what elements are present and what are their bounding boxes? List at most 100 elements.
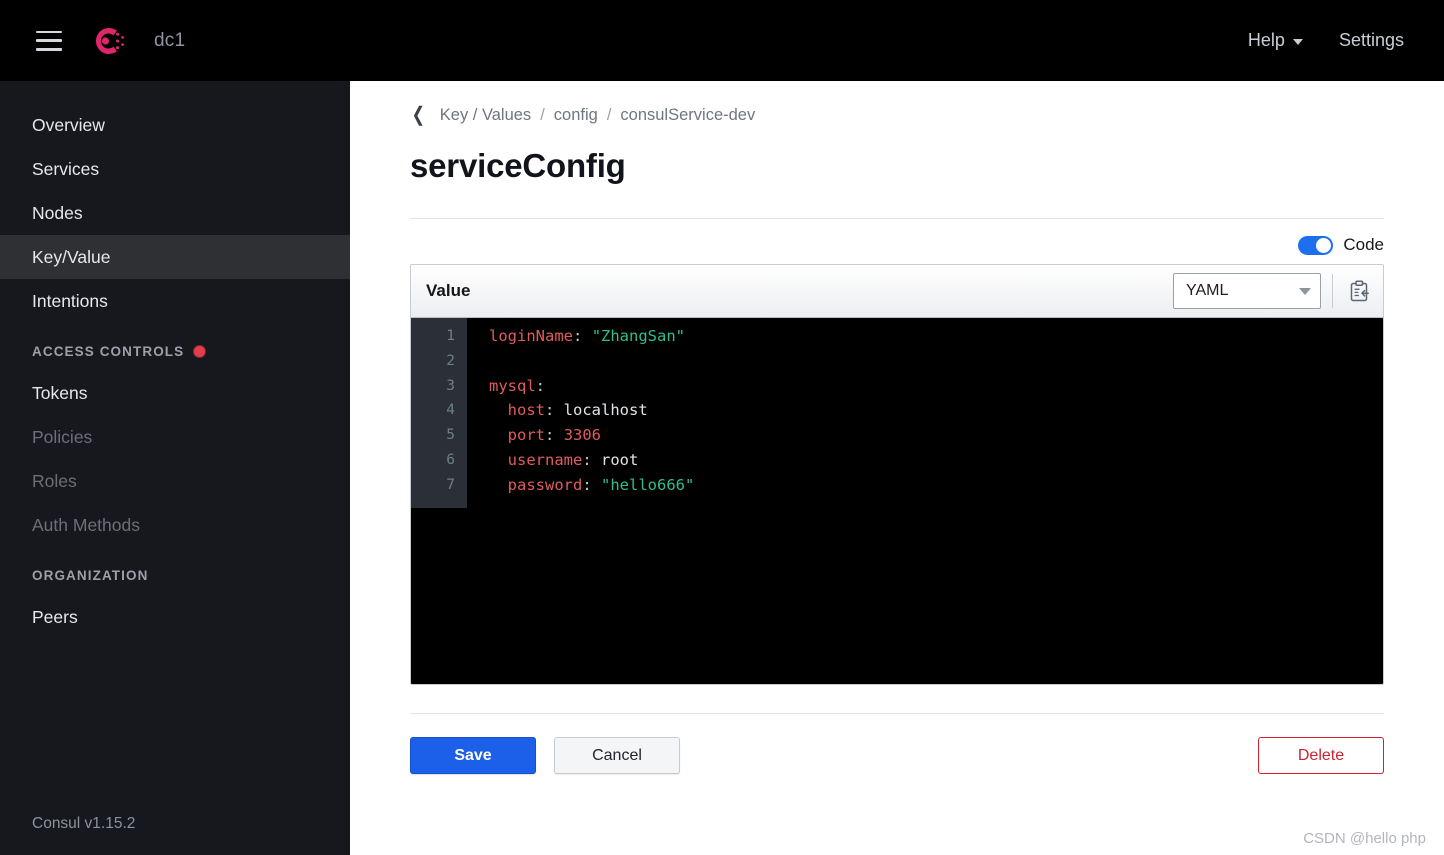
code-toggle-row: Code bbox=[350, 235, 1384, 255]
code-line: 4 host: localhost bbox=[411, 398, 1383, 423]
breadcrumb-key-values[interactable]: Key / Values bbox=[440, 106, 531, 125]
chevron-down-icon bbox=[1292, 39, 1303, 45]
code-token-key: mysql bbox=[489, 376, 536, 395]
action-buttons: Save Cancel Delete bbox=[410, 737, 1384, 774]
chevron-left-icon[interactable]: ❮ bbox=[412, 105, 425, 125]
code-toggle-label: Code bbox=[1343, 235, 1384, 254]
hamburger-bar bbox=[36, 30, 62, 34]
clipboard-copy-icon[interactable] bbox=[1344, 275, 1374, 307]
actions-divider bbox=[410, 713, 1384, 714]
sidebar-item-peers[interactable]: Peers bbox=[0, 595, 350, 639]
sidebar-item-label: Policies bbox=[32, 426, 93, 447]
consul-kv-page: dc1 Help Settings Overview Services Node… bbox=[0, 0, 1444, 855]
breadcrumb-separator: / bbox=[540, 105, 545, 124]
code-line-text: password: "hello666" bbox=[467, 473, 695, 498]
sidebar-item-auth-methods: Auth Methods bbox=[0, 503, 350, 547]
code-token-plain: root bbox=[591, 450, 639, 469]
sidebar-item-label: Tokens bbox=[32, 382, 88, 403]
line-number: 5 bbox=[446, 427, 455, 444]
code-toggle-switch[interactable] bbox=[1298, 235, 1334, 255]
code-token-key: loginName bbox=[489, 327, 573, 345]
breadcrumb-separator: / bbox=[606, 105, 612, 124]
delete-button[interactable]: Delete bbox=[1258, 737, 1384, 774]
line-number: 2 bbox=[446, 352, 455, 369]
line-number: 3 bbox=[446, 377, 455, 394]
code-line-text: loginName: "ZhangSan" bbox=[467, 324, 685, 349]
code-line-text: mysql: bbox=[467, 374, 545, 399]
settings-label: Settings bbox=[1338, 30, 1404, 50]
code-line: 3 mysql: bbox=[411, 374, 1383, 399]
hamburger-bar bbox=[36, 47, 62, 51]
help-label: Help bbox=[1247, 30, 1285, 50]
sidebar-item-nodes[interactable]: Nodes bbox=[0, 191, 350, 235]
code-lines: 1 loginName: "ZhangSan" 2 3 mysql: 4 host: lo… bbox=[411, 318, 1383, 498]
code-token-str: "hello666" bbox=[601, 475, 695, 494]
settings-link[interactable]: Settings bbox=[1339, 30, 1404, 51]
sidebar-section-label: ORGANIZATION bbox=[32, 567, 149, 583]
code-token-punc: : bbox=[535, 376, 546, 395]
sidebar-item-services[interactable]: Services bbox=[0, 147, 350, 191]
consul-logo-icon[interactable] bbox=[88, 21, 128, 61]
code-line: 2 bbox=[411, 349, 1383, 374]
sidebar-section-organization: ORGANIZATION bbox=[0, 555, 350, 595]
line-number: 7 bbox=[446, 476, 455, 493]
code-line: 1 loginName: "ZhangSan" bbox=[411, 324, 1383, 349]
code-line: 7 password: "hello666" bbox=[411, 473, 1383, 498]
line-number: 6 bbox=[446, 451, 455, 468]
format-select[interactable]: YAML bbox=[1173, 273, 1321, 309]
sidebar-item-intentions[interactable]: Intentions bbox=[0, 279, 350, 323]
help-menu[interactable]: Help bbox=[1248, 30, 1303, 51]
hamburger-bar bbox=[36, 39, 62, 42]
code-token-key: port bbox=[507, 426, 545, 445]
code-token-plain: localhost bbox=[554, 401, 648, 420]
editor-header: Value YAML bbox=[411, 265, 1383, 318]
code-editor-area[interactable]: 1 loginName: "ZhangSan" 2 3 mysql: 4 host: lo… bbox=[411, 318, 1383, 684]
consul-version-label: Consul v1.15.2 bbox=[32, 815, 136, 832]
datacenter-label[interactable]: dc1 bbox=[154, 30, 185, 52]
sidebar-item-tokens[interactable]: Tokens bbox=[0, 371, 350, 415]
code-token-punc: : bbox=[545, 426, 555, 445]
code-token-punc: : bbox=[573, 327, 583, 345]
save-button[interactable]: Save bbox=[410, 737, 536, 774]
hamburger-icon[interactable] bbox=[36, 30, 62, 51]
code-token-key: host bbox=[507, 401, 545, 420]
sidebar-item-policies: Policies bbox=[0, 415, 350, 459]
title-divider bbox=[410, 218, 1384, 219]
sidebar-item-label: Peers bbox=[32, 606, 78, 627]
top-navigation-bar: dc1 Help Settings bbox=[0, 0, 1444, 81]
sidebar-item-key-value[interactable]: Key/Value bbox=[0, 235, 350, 279]
clipboard-copy-svg bbox=[1350, 279, 1369, 301]
code-token-str: "ZhangSan" bbox=[591, 327, 686, 345]
top-nav-right-group: Help Settings bbox=[1248, 30, 1404, 51]
sidebar-item-overview[interactable]: Overview bbox=[0, 103, 350, 147]
line-number: 1 bbox=[446, 328, 455, 344]
editor-header-label: Value bbox=[426, 281, 471, 300]
sidebar-item-label: Services bbox=[32, 158, 100, 179]
main-content: ❮ Key / Values / config / consulService-… bbox=[350, 81, 1444, 855]
sidebar-item-label: Key/Value bbox=[32, 246, 111, 267]
breadcrumb-config[interactable]: config bbox=[554, 106, 598, 125]
sidebar-item-label: Auth Methods bbox=[32, 514, 140, 535]
editor-header-controls: YAML bbox=[1173, 273, 1374, 309]
code-token-punc: : bbox=[582, 475, 592, 494]
code-token-num: 3306 bbox=[563, 426, 602, 445]
code-token-key: password bbox=[507, 475, 583, 494]
alert-dot-icon bbox=[193, 344, 207, 358]
sidebar-item-label: Nodes bbox=[32, 202, 83, 223]
code-line-text: port: 3306 bbox=[467, 423, 601, 448]
code-line: 5 port: 3306 bbox=[411, 423, 1383, 448]
code-line-text: host: localhost bbox=[467, 398, 648, 423]
code-token-punc: : bbox=[582, 450, 592, 469]
sidebar-section-label: ACCESS CONTROLS bbox=[32, 343, 185, 359]
cancel-button[interactable]: Cancel bbox=[554, 737, 680, 774]
chevron-down-icon bbox=[1299, 287, 1311, 295]
sidebar-section-access-controls: ACCESS CONTROLS bbox=[0, 331, 350, 371]
sidebar-item-roles: Roles bbox=[0, 459, 350, 503]
toggle-knob bbox=[1316, 237, 1332, 253]
consul-logo-svg bbox=[95, 27, 124, 54]
breadcrumb-consulservice-dev[interactable]: consulService-dev bbox=[620, 106, 755, 125]
